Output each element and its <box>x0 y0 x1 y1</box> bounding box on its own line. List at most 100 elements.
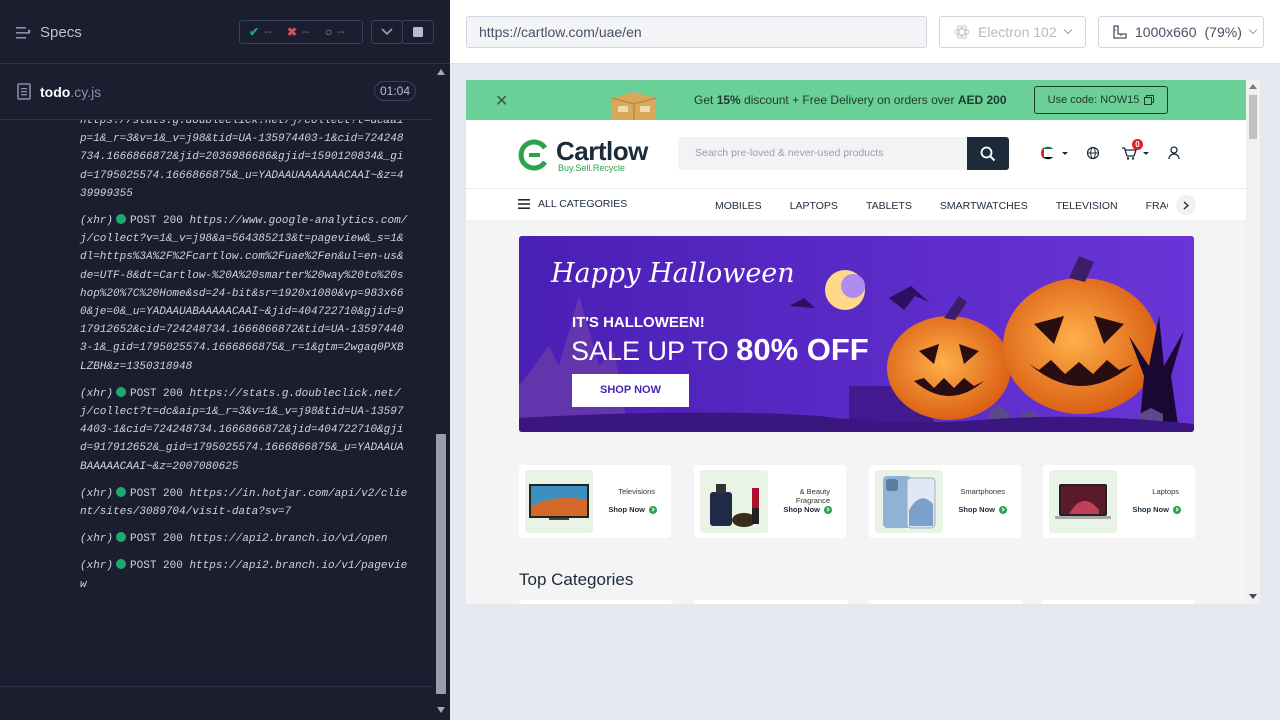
nav-link-laptops[interactable]: LAPTOPS <box>790 200 838 212</box>
scroll-up-arrow-icon[interactable] <box>1249 84 1257 89</box>
reporter-scroll-thumb[interactable] <box>436 434 446 694</box>
promo-text: Get 15% discount + Free Delivery on orde… <box>694 93 1007 107</box>
category-nav: ALL CATEGORIES MOBILES LAPTOPS TABLETS S… <box>466 188 1246 220</box>
close-icon[interactable]: ✕ <box>495 91 508 111</box>
file-extension: .cy.js <box>70 84 102 100</box>
app-under-test-frame: ✕ Get 15% discount + Free Delivery on or… <box>466 80 1260 604</box>
product-card-televisions[interactable]: Televisions Shop Now <box>519 465 671 538</box>
log-entry[interactable]: https://stats.g.doubleclick.net/j/collec… <box>30 120 410 203</box>
failed-stat: ✖ -- <box>278 25 316 39</box>
promo-discount: 15% <box>716 93 741 107</box>
laptop-icon <box>1055 484 1111 519</box>
globe-icon[interactable] <box>1086 144 1100 162</box>
electron-icon <box>954 25 970 39</box>
browser-name: Electron 102 <box>978 24 1057 40</box>
nav-link-smartwatches[interactable]: SMARTWATCHES <box>940 200 1028 212</box>
banner-shop-now-button[interactable]: SHOP NOW <box>572 374 689 407</box>
aut-url-field[interactable]: https://cartlow.com/uae/en <box>466 16 927 48</box>
halloween-banner[interactable]: Happy Halloween IT'S HALLOWEEN! SALE UP … <box>519 236 1194 432</box>
log-entry[interactable]: (xhr) POST 200 https://in.hotjar.com/api/… <box>30 485 410 521</box>
run-duration: 01:04 <box>374 81 416 101</box>
copy-code-button[interactable]: Use code: NOW15 <box>1034 86 1168 114</box>
dropdown-button[interactable] <box>371 20 403 44</box>
smartphone-icon <box>883 476 936 529</box>
copy-code-label: Use code: NOW15 <box>1047 94 1140 106</box>
aut-scrollbar[interactable] <box>1246 80 1260 604</box>
log-entry[interactable]: (xhr) POST 200 https://api2.branch.io/v1/… <box>30 530 410 548</box>
chevron-down-icon <box>1248 25 1258 35</box>
promo-prefix: Get <box>694 93 717 107</box>
log-entry[interactable]: (xhr) POST 200 https://www.google-analyti… <box>30 212 410 376</box>
file-basename: todo <box>40 84 71 100</box>
log-entry-method: POST 200 <box>130 215 183 228</box>
log-entry-url: https://stats.g.doubleclick.net/j/collec… <box>80 120 404 200</box>
chevron-right-icon <box>1183 200 1189 210</box>
banner-sale-amount: 80% OFF <box>736 332 869 367</box>
logo-tagline: Buy.Sell.Recycle <box>558 163 625 173</box>
pending-circle-icon: ○ <box>325 25 333 39</box>
log-entry-type: (xhr) <box>80 533 114 546</box>
command-log-footer <box>0 686 432 720</box>
scroll-down-arrow-icon[interactable] <box>1249 594 1257 599</box>
tv-image <box>525 470 593 533</box>
command-log-list: https://stats.g.doubleclick.net/j/collec… <box>30 120 410 603</box>
cartlow-logo-mark-icon <box>518 139 548 171</box>
uae-flag-icon[interactable] <box>1040 144 1070 162</box>
scroll-up-arrow-icon[interactable] <box>437 69 445 75</box>
scroll-down-arrow-icon[interactable] <box>437 707 445 713</box>
nav-link-mobiles[interactable]: MOBILES <box>715 200 762 212</box>
shop-now-label: Shop Now <box>783 505 820 514</box>
product-card-shop-now[interactable]: Shop Now <box>783 505 832 514</box>
test-stats: ✔ -- ✖ -- ○ -- <box>239 20 363 44</box>
nav-next-button[interactable] <box>1176 195 1196 215</box>
nav-link-fragrances[interactable]: FRAGRANCES <box>1146 200 1168 212</box>
user-icon[interactable] <box>1167 144 1181 162</box>
category-links: MOBILES LAPTOPS TABLETS SMARTWATCHES TEL… <box>715 200 1168 212</box>
product-card-name: Televisions <box>618 487 655 496</box>
search-input[interactable]: Search pre-loved & never-used products <box>678 137 968 170</box>
product-card-fragrance[interactable]: & Beauty Fragrance Shop Now <box>694 465 846 538</box>
chevron-down-icon <box>381 28 393 36</box>
category-links-mask: MOBILES LAPTOPS TABLETS SMARTWATCHES TEL… <box>466 189 1168 221</box>
viewport-selector[interactable]: 1000x660 (79%) <box>1098 16 1264 48</box>
product-card-shop-now[interactable]: Shop Now <box>958 505 1007 514</box>
log-entry-type: (xhr) <box>80 387 114 400</box>
pending-stat: ○ -- <box>316 25 354 39</box>
log-entry-method: POST 200 <box>130 487 183 500</box>
product-card-laptops[interactable]: Laptops Shop Now <box>1043 465 1195 538</box>
chevron-down-icon <box>1063 25 1072 35</box>
product-card-smartphones[interactable]: Smartphones Shop Now <box>869 465 1021 538</box>
product-card-shop-now[interactable]: Shop Now <box>1132 505 1181 514</box>
stop-button[interactable] <box>402 20 434 44</box>
search-icon <box>980 146 996 161</box>
log-entry-method: POST 200 <box>130 560 183 573</box>
cartlow-logo[interactable]: Cartlow Buy.Sell.Recycle <box>518 134 658 174</box>
browser-selector[interactable]: Electron 102 <box>939 16 1086 48</box>
specs-menu-icon[interactable] <box>16 26 32 40</box>
stop-icon <box>413 27 423 37</box>
product-card-shop-now[interactable]: Shop Now <box>608 505 657 514</box>
specs-label[interactable]: Specs <box>40 24 82 41</box>
top-categories-heading: Top Categories <box>519 570 634 589</box>
check-icon: ✔ <box>249 25 260 39</box>
reporter-panel: Specs ✔ -- ✖ -- ○ -- todo.cy.js 01:04 ht… <box>0 0 450 720</box>
nav-link-tablets[interactable]: TABLETS <box>866 200 912 212</box>
search-button[interactable] <box>967 137 1009 170</box>
passed-stat: ✔ -- <box>240 25 278 39</box>
promo-amount: AED 200 <box>957 93 1007 107</box>
arrow-circle-icon <box>1173 505 1181 514</box>
site-header: Cartlow Buy.Sell.Recycle Search pre-love… <box>466 120 1246 188</box>
log-entry[interactable]: (xhr) POST 200 https://stats.g.doubleclic… <box>30 385 410 476</box>
log-entry[interactable]: (xhr) POST 200 https://api2.branch.io/v1/… <box>30 557 410 593</box>
specs-bar: Specs ✔ -- ✖ -- ○ -- <box>0 0 450 64</box>
nav-link-television[interactable]: TELEVISION <box>1056 200 1118 212</box>
banner-sale-prefix: SALE UP TO <box>571 336 737 366</box>
shop-now-label: Shop Now <box>958 505 995 514</box>
log-entry-type: (xhr) <box>80 487 114 500</box>
arrow-circle-icon <box>824 505 832 514</box>
aut-scroll-thumb[interactable] <box>1249 95 1257 139</box>
log-entry-type: (xhr) <box>80 215 114 228</box>
delivery-box-icon <box>611 92 657 120</box>
log-entry-type: (xhr) <box>80 560 114 573</box>
laptop-image <box>1049 470 1117 533</box>
